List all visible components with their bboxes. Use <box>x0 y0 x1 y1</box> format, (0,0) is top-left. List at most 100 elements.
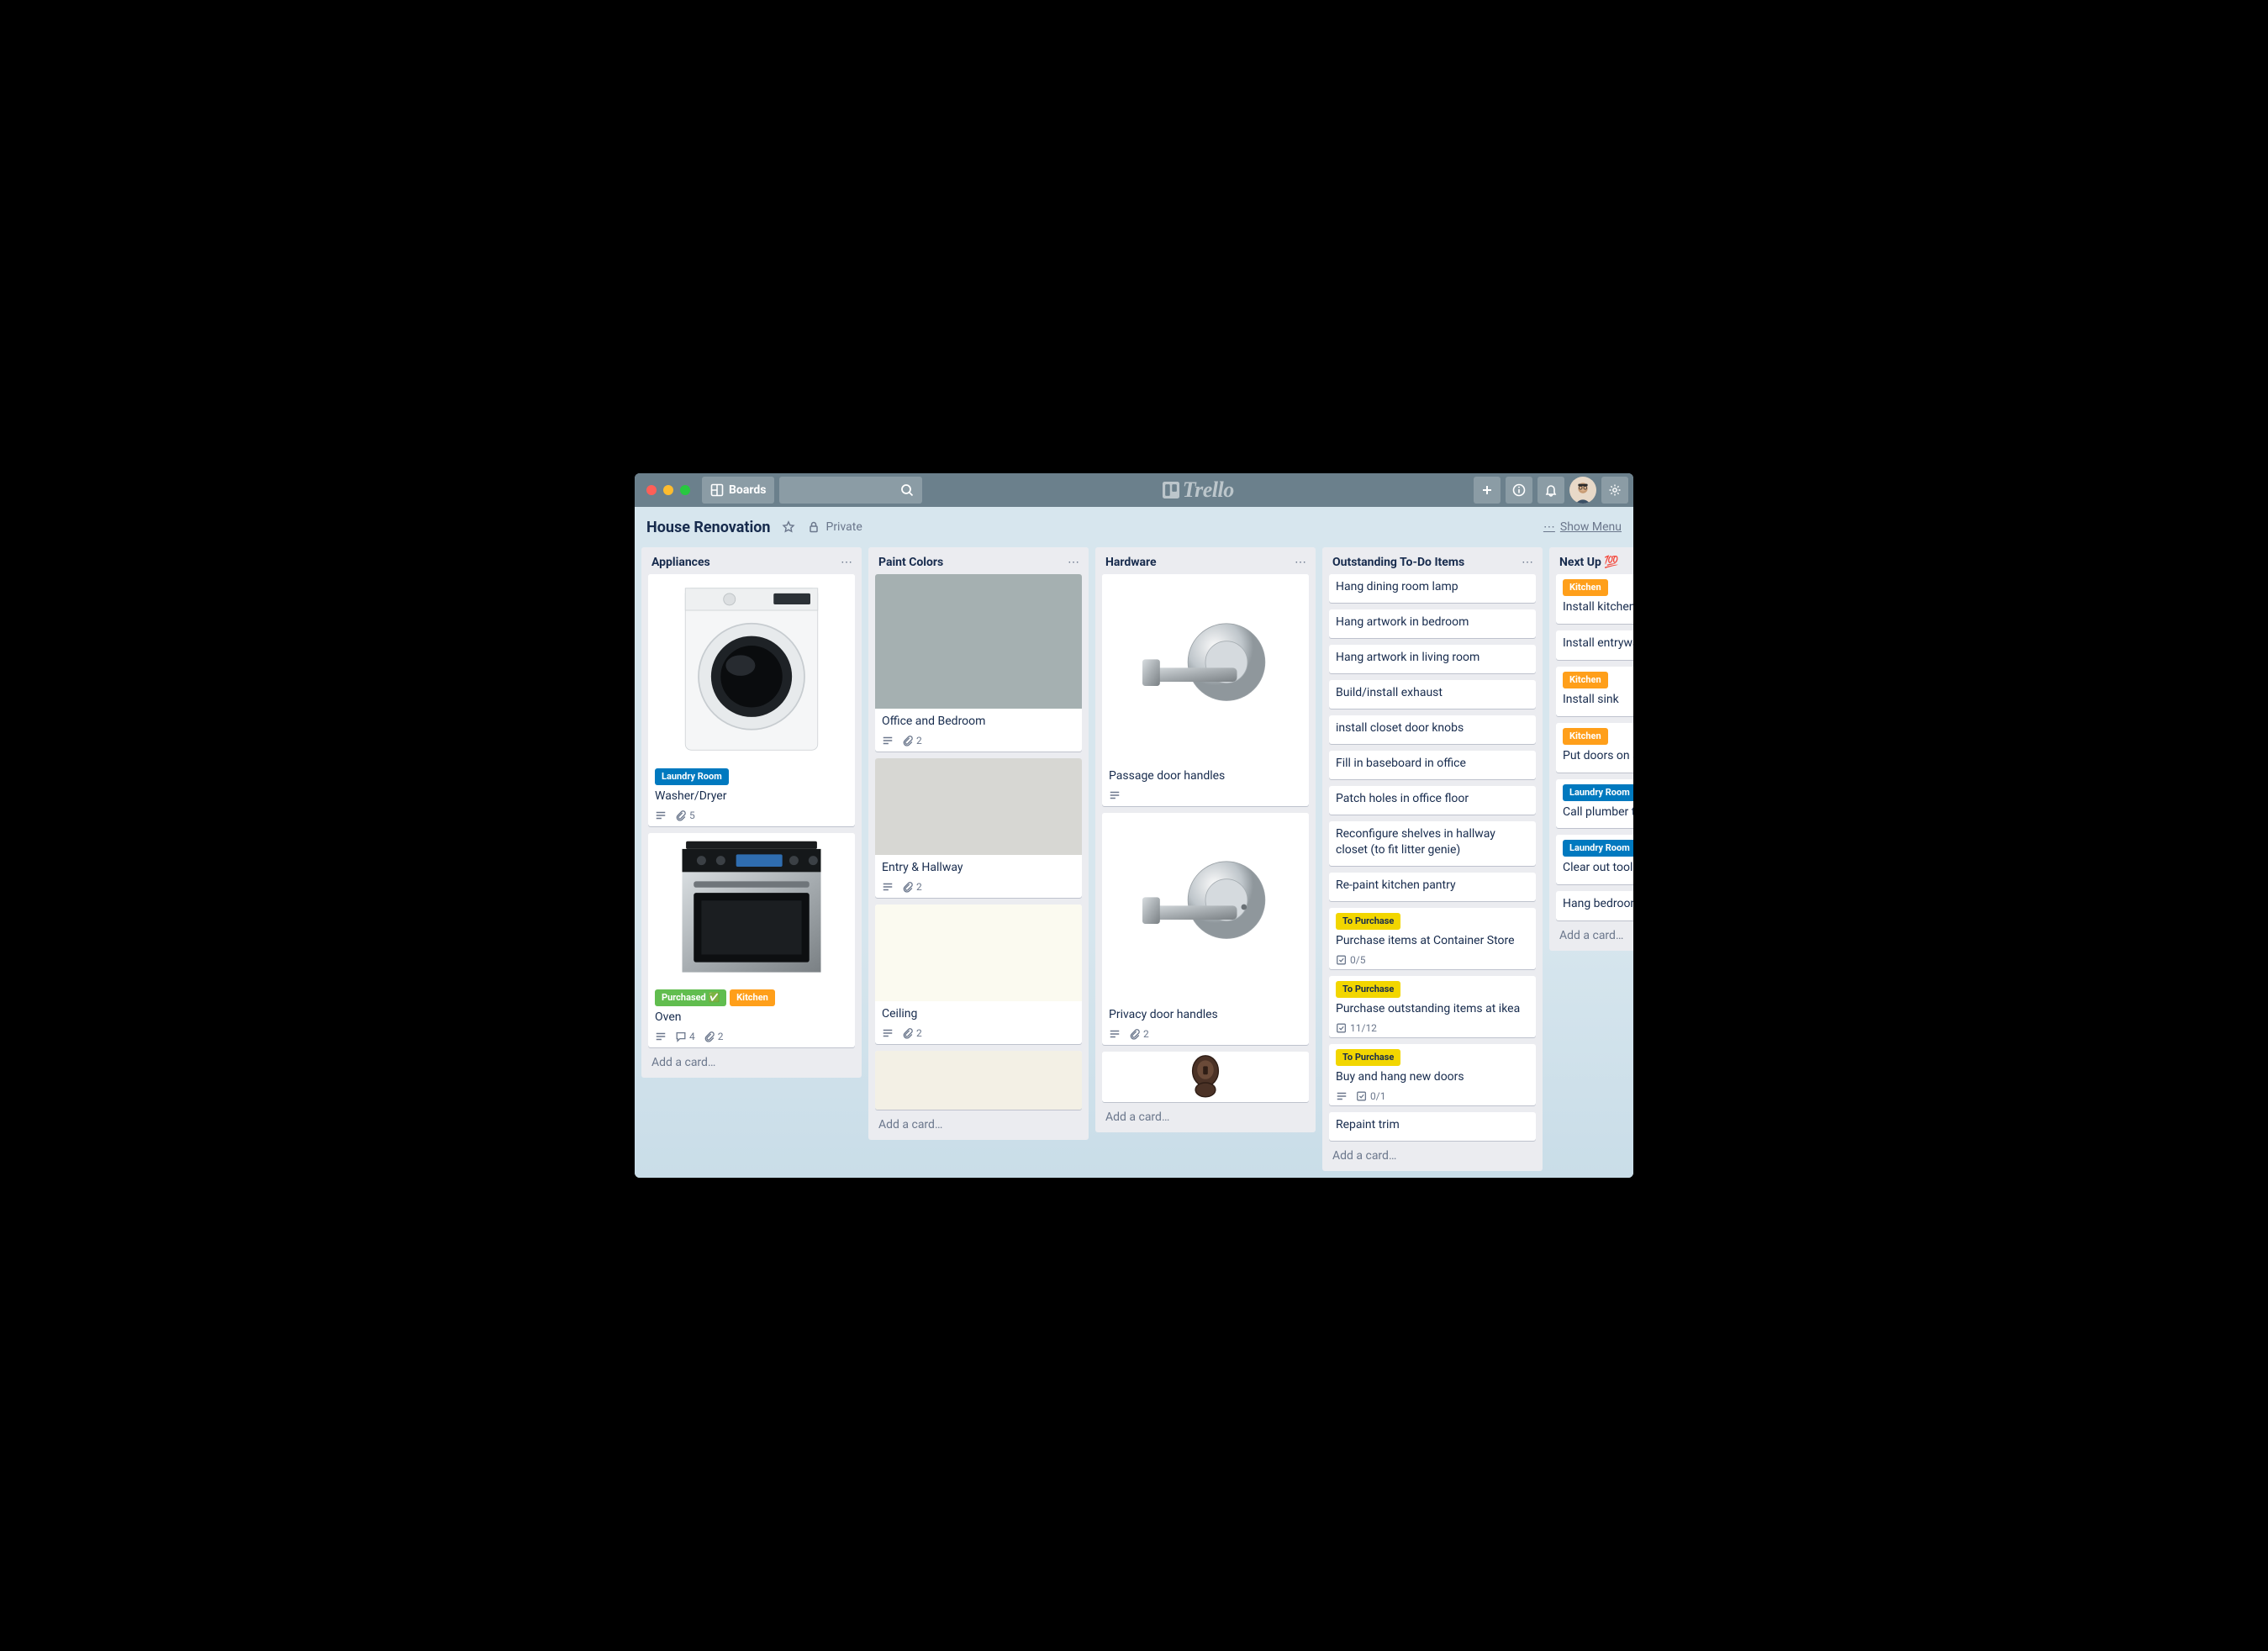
info-button[interactable] <box>1506 477 1532 504</box>
description-badge <box>882 881 894 893</box>
add-card-button[interactable]: Add a card… <box>868 1111 1089 1140</box>
notifications-button[interactable] <box>1537 477 1564 504</box>
card-body: Kitchen Install sink <box>1556 667 1633 716</box>
list-title[interactable]: Outstanding To-Do Items <box>1332 556 1464 569</box>
card[interactable]: KitchenPut doors on s <box>1556 723 1633 773</box>
card-label[interactable]: Laundry Room <box>655 768 729 785</box>
card-badges: 2 <box>882 1026 1075 1039</box>
card-labels: To Purchase <box>1336 981 1529 998</box>
card-label[interactable]: Kitchen <box>1563 728 1608 745</box>
card-label[interactable]: To Purchase <box>1336 913 1400 930</box>
card[interactable]: Hang bedroom <box>1556 891 1633 920</box>
checklist-badge: 11/12 <box>1336 1022 1377 1034</box>
list-menu-button[interactable]: ⋯ <box>1068 556 1080 569</box>
card-label[interactable]: Laundry Room <box>1563 840 1633 857</box>
add-card-button[interactable]: Add a card… <box>1095 1104 1316 1132</box>
add-card-button[interactable]: Add a card… <box>1322 1142 1543 1171</box>
card[interactable]: Install entrywa <box>1556 630 1633 660</box>
card[interactable]: Ceiling2 <box>875 905 1082 1044</box>
card-title: Oven <box>655 1010 848 1026</box>
card-body: Build/install exhaust <box>1329 680 1536 709</box>
card-label[interactable]: To Purchase <box>1336 1049 1400 1066</box>
card[interactable]: Re-paint kitchen pantry <box>1329 873 1536 901</box>
card[interactable] <box>1102 1052 1309 1102</box>
list-title[interactable]: Next Up 💯 <box>1559 556 1619 569</box>
visibility-label: Private <box>825 520 862 534</box>
avatar-icon <box>1570 478 1596 504</box>
card-body: Purchased ✅KitchenOven42 <box>648 984 855 1047</box>
description-badge <box>655 1031 667 1042</box>
add-card-button[interactable]: Add a card… <box>1549 922 1633 951</box>
list-menu-button[interactable]: ⋯ <box>1295 556 1307 569</box>
card[interactable]: Kitchen Install sink <box>1556 667 1633 716</box>
card-label[interactable]: Kitchen <box>1563 672 1608 688</box>
card[interactable]: To Purchase Purchase outstanding items at… <box>1329 976 1536 1037</box>
card-title: Purchase outstanding items at ikea <box>1336 1001 1529 1017</box>
list-title[interactable]: Hardware <box>1105 556 1157 569</box>
card-label[interactable]: Kitchen <box>730 989 775 1006</box>
minimize-window-icon[interactable] <box>663 485 673 495</box>
card[interactable]: Purchased ✅KitchenOven42 <box>648 833 855 1047</box>
star-button[interactable] <box>782 520 795 534</box>
maximize-window-icon[interactable] <box>680 485 690 495</box>
card[interactable]: Patch holes in office floor <box>1329 786 1536 815</box>
boards-button[interactable]: Boards <box>702 477 774 504</box>
card[interactable]: To PurchasePurchase items at Container S… <box>1329 908 1536 969</box>
checklist-badge: 0/5 <box>1336 954 1365 966</box>
board-title[interactable]: House Renovation <box>646 519 770 536</box>
card-label[interactable]: Kitchen <box>1563 579 1608 596</box>
show-menu-button[interactable]: ⋯ Show Menu <box>1543 520 1622 534</box>
list-menu-button[interactable]: ⋯ <box>841 556 853 569</box>
list: Next Up 💯 ⋯ KitchenInstall kitchenInstal… <box>1549 547 1633 951</box>
ellipsis-icon: ⋯ <box>1543 520 1555 534</box>
card[interactable]: Hang artwork in bedroom <box>1329 609 1536 638</box>
card-badges: 2 <box>1109 1026 1302 1040</box>
card[interactable]: Reconfigure shelves in hallway closet (t… <box>1329 821 1536 865</box>
card[interactable]: Entry & Hallway2 <box>875 758 1082 898</box>
card-title: Install sink <box>1563 692 1633 708</box>
card-badges: 2 <box>882 879 1075 893</box>
card-body: Hang artwork in bedroom <box>1329 609 1536 638</box>
card[interactable]: Repaint trim <box>1329 1112 1536 1141</box>
card[interactable] <box>875 1051 1082 1110</box>
card[interactable]: KitchenInstall kitchen <box>1556 574 1633 624</box>
list-title[interactable]: Paint Colors <box>878 556 943 569</box>
list-menu-button[interactable]: ⋯ <box>1522 556 1534 569</box>
card[interactable]: Office and Bedroom2 <box>875 574 1082 752</box>
search-input[interactable] <box>779 477 922 504</box>
board-canvas[interactable]: Appliances ⋯ Laundry RoomWasher/Dryer5 P… <box>635 547 1633 1178</box>
description-badge <box>1109 1028 1121 1040</box>
card[interactable]: Fill in baseboard in office <box>1329 751 1536 779</box>
card[interactable]: install closet door knobs <box>1329 715 1536 744</box>
card[interactable]: Laundry RoomCall plumber to ups <box>1556 779 1633 829</box>
card-label[interactable]: Purchased ✅ <box>655 989 726 1006</box>
card-body: Office and Bedroom2 <box>875 709 1082 752</box>
close-window-icon[interactable] <box>646 485 657 495</box>
list-title[interactable]: Appliances <box>651 556 710 569</box>
card[interactable]: To PurchaseBuy and hang new doors0/1 <box>1329 1044 1536 1105</box>
card-cover-color <box>875 905 1082 1001</box>
add-card-button[interactable]: Add a card… <box>641 1049 862 1078</box>
user-avatar[interactable] <box>1569 477 1596 504</box>
card-body: To PurchasePurchase items at Container S… <box>1329 908 1536 969</box>
card[interactable]: Hang dining room lamp <box>1329 574 1536 603</box>
visibility-button[interactable]: Private <box>807 520 862 534</box>
card[interactable]: Laundry RoomClear out tools <box>1556 835 1633 884</box>
card[interactable]: Hang artwork in living room <box>1329 645 1536 673</box>
card[interactable]: Privacy door handles2 <box>1102 813 1309 1045</box>
card-title: Install entrywa <box>1563 636 1633 651</box>
list-header: Appliances ⋯ <box>641 547 862 574</box>
description-badge <box>1336 1090 1348 1102</box>
description-badge <box>882 1027 894 1039</box>
card-label[interactable]: To Purchase <box>1336 981 1400 998</box>
card[interactable]: Passage door handles <box>1102 574 1309 806</box>
list-header: Hardware ⋯ <box>1095 547 1316 574</box>
settings-button[interactable] <box>1601 477 1628 504</box>
card-title: Re-paint kitchen pantry <box>1336 878 1529 894</box>
create-button[interactable] <box>1474 477 1501 504</box>
card-cover-color <box>875 758 1082 855</box>
card-label[interactable]: Laundry Room <box>1563 784 1633 801</box>
card-body: Laundry RoomClear out tools <box>1556 835 1633 884</box>
card[interactable]: Laundry RoomWasher/Dryer5 <box>648 574 855 826</box>
card[interactable]: Build/install exhaust <box>1329 680 1536 709</box>
